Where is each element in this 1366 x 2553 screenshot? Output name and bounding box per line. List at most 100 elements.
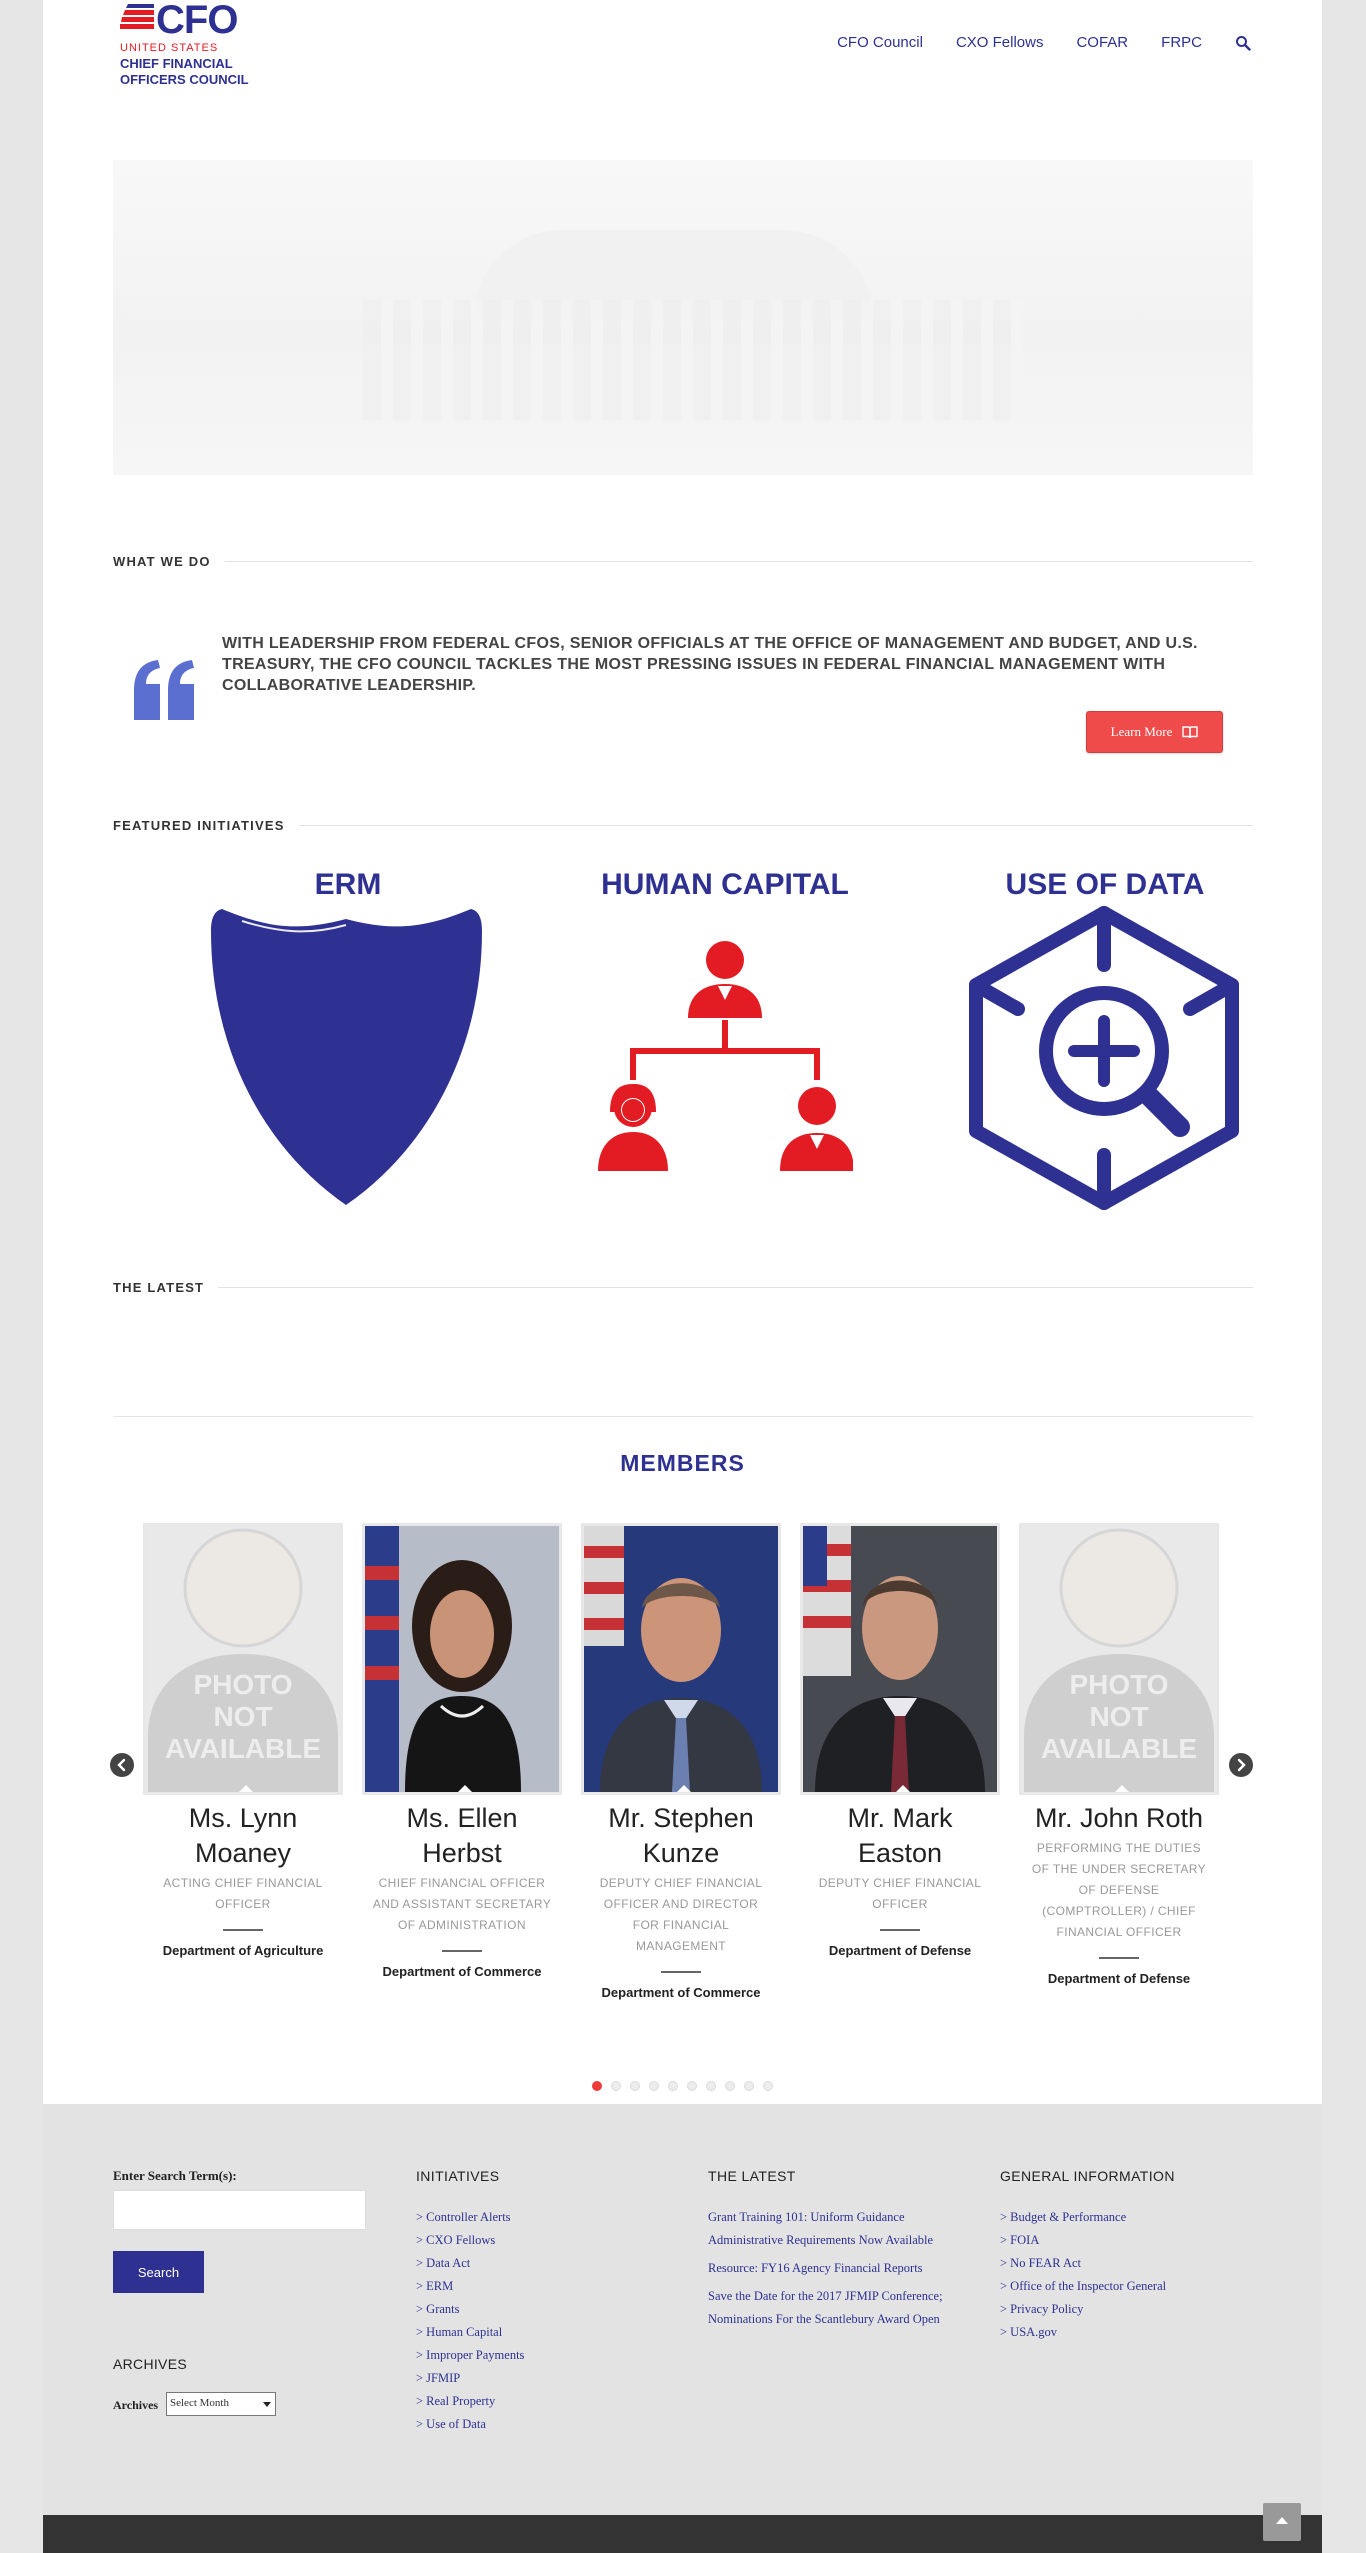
footer-general-link[interactable]: > FOIA [1000,2229,1175,2252]
search-icon[interactable] [1235,35,1251,51]
member-title: PERFORMING THE DUTIES OF THE UNDER SECRE… [1031,1841,1207,1939]
section-divider [224,560,1253,562]
member-name[interactable]: Mr. John Roth [1019,1801,1219,1836]
divider [113,1416,1253,1417]
section-title: FEATURED INITIATIVES [113,817,285,833]
initiative-use-of-data-title[interactable]: USE OF DATA [935,868,1275,902]
archives-heading: ARCHIVES [113,2356,187,2372]
member-department: Department of Agriculture [162,1943,324,1958]
footer-general-link[interactable]: > USA.gov [1000,2321,1175,2344]
footer-initiative-link[interactable]: > ERM [416,2275,524,2298]
divider [661,1971,701,1973]
footer-latest: THE LATEST Grant Training 101: Uniform G… [708,2168,958,2336]
footer-initiative-link[interactable]: > Data Act [416,2252,524,2275]
member-photo-placeholder[interactable]: PHOTO NOT AVAILABLE [143,1523,343,1795]
quote-icon [134,660,194,720]
avatar-placeholder-icon: PHOTO NOT AVAILABLE [148,1528,338,1792]
carousel-dot[interactable] [649,2081,659,2091]
shield-icon[interactable] [210,907,483,1207]
portrait-image [803,1526,997,1792]
org-chart-icon[interactable] [598,940,853,1172]
footer-initiative-link[interactable]: > Improper Payments [416,2344,524,2367]
learn-more-button[interactable]: Learn More [1086,711,1223,753]
footer-latest-heading: THE LATEST [708,2168,796,2184]
footer-initiative-link[interactable]: > Real Property [416,2390,524,2413]
footer-initiative-link[interactable]: > JFMIP [416,2367,524,2390]
chevron-left-icon [117,1758,126,1772]
divider [1099,1957,1139,1959]
chevron-right-icon [1237,1758,1246,1772]
search-button[interactable]: Search [113,2251,204,2293]
footer-news-link[interactable]: Resource: FY16 Agency Financial Reports [708,2257,958,2280]
member-card[interactable]: PHOTO NOT AVAILABLE Mr. John Roth PERFOR… [1019,1523,1219,1986]
data-search-icon[interactable] [968,905,1240,1210]
hero-building-facade [363,300,1023,420]
member-department: Department of Commerce [601,1985,761,2000]
member-card[interactable]: PHOTO NOT AVAILABLE Ms. Lynn Moaney ACTI… [143,1523,343,1958]
footer-general-link[interactable]: > Office of the Inspector General [1000,2275,1175,2298]
footer-general-link[interactable]: > Privacy Policy [1000,2298,1175,2321]
footer-initiative-link[interactable]: > Use of Data [416,2413,524,2436]
member-photo[interactable] [581,1523,781,1795]
carousel-prev-button[interactable] [110,1753,134,1777]
photo-na-line3: AVAILABLE [165,1733,321,1764]
footer-initiative-link[interactable]: > Controller Alerts [416,2206,524,2229]
back-to-top-button[interactable] [1263,2503,1301,2541]
section-featured-initiatives: FEATURED INITIATIVES [113,817,1253,833]
carousel-dot[interactable] [687,2081,697,2091]
footer-initiative-link[interactable]: > CXO Fellows [416,2229,524,2252]
carousel-dot[interactable] [725,2081,735,2091]
search-label: Enter Search Term(s): [113,2168,237,2183]
footer-news-link[interactable]: Save the Date for the 2017 JFMIP Confere… [708,2285,958,2331]
nav-cfo-council[interactable]: CFO Council [837,34,923,51]
member-name[interactable]: Ms. Ellen Herbst [362,1801,562,1871]
nav-cxo-fellows[interactable]: CXO Fellows [956,34,1044,51]
carousel-dot[interactable] [668,2081,678,2091]
divider [880,1929,920,1931]
nav-cofar[interactable]: COFAR [1076,34,1128,51]
nav-frpc[interactable]: FRPC [1161,34,1202,51]
logo-country: UNITED STATES [120,42,219,54]
member-photo[interactable] [362,1523,562,1795]
member-card[interactable]: Mr. Stephen Kunze DEPUTY CHIEF FINANCIAL… [581,1523,781,2000]
footer-initiative-link[interactable]: > Human Capital [416,2321,524,2344]
member-card[interactable]: Mr. Mark Easton DEPUTY CHIEF FINANCIAL O… [800,1523,1000,1958]
initiative-erm-title[interactable]: ERM [178,868,518,902]
carousel-dot[interactable] [706,2081,716,2091]
footer-news-link[interactable]: Grant Training 101: Uniform Guidance Adm… [708,2206,958,2252]
footer-initiative-link[interactable]: > Grants [416,2298,524,2321]
footer-bottom-bar [43,2515,1322,2553]
initiative-human-capital-title[interactable]: HUMAN CAPITAL [555,868,895,902]
footer-initiatives-heading: INITIATIVES [416,2168,500,2184]
photo-na-line2: NOT [213,1701,272,1732]
logo-council-name: CHIEF FINANCIAL OFFICERS COUNCIL [120,56,249,87]
footer-general-link[interactable]: > No FEAR Act [1000,2252,1175,2275]
member-name[interactable]: Mr. Mark Easton [800,1801,1000,1871]
section-divider [298,824,1253,826]
cfo-logo[interactable]: CFO UNITED STATES CHIEF FINANCIAL OFFICE… [120,0,280,92]
member-photo[interactable] [800,1523,1000,1795]
member-name[interactable]: Ms. Lynn Moaney [143,1801,343,1871]
carousel-dot[interactable] [592,2081,602,2091]
member-name[interactable]: Mr. Stephen Kunze [581,1801,781,1871]
member-title: DEPUTY CHIEF FINANCIAL OFFICER AND DIREC… [599,1876,763,1953]
section-title: THE LATEST [113,1279,205,1295]
member-card[interactable]: Ms. Ellen Herbst CHIEF FINANCIAL OFFICER… [362,1523,562,1979]
divider [223,1929,263,1931]
carousel-dot[interactable] [744,2081,754,2091]
footer-general-info: GENERAL INFORMATION > Budget & Performan… [1000,2168,1175,2344]
carousel-dot[interactable] [630,2081,640,2091]
footer-general-link[interactable]: > Budget & Performance [1000,2206,1175,2229]
portrait-image [584,1526,778,1792]
carousel-next-button[interactable] [1229,1753,1253,1777]
main-nav: CFO Council CXO Fellows COFAR FRPC [837,34,1251,51]
carousel-dot[interactable] [611,2081,621,2091]
hero-banner-image [113,160,1253,475]
member-title: DEPUTY CHIEF FINANCIAL OFFICER [818,1876,982,1911]
member-photo-placeholder[interactable]: PHOTO NOT AVAILABLE [1019,1523,1219,1795]
archives-select[interactable]: Select Month [166,2392,276,2416]
footer-general-heading: GENERAL INFORMATION [1000,2168,1175,2184]
photo-na-line1: PHOTO [193,1669,292,1700]
carousel-dot[interactable] [763,2081,773,2091]
search-input[interactable] [113,2190,366,2230]
